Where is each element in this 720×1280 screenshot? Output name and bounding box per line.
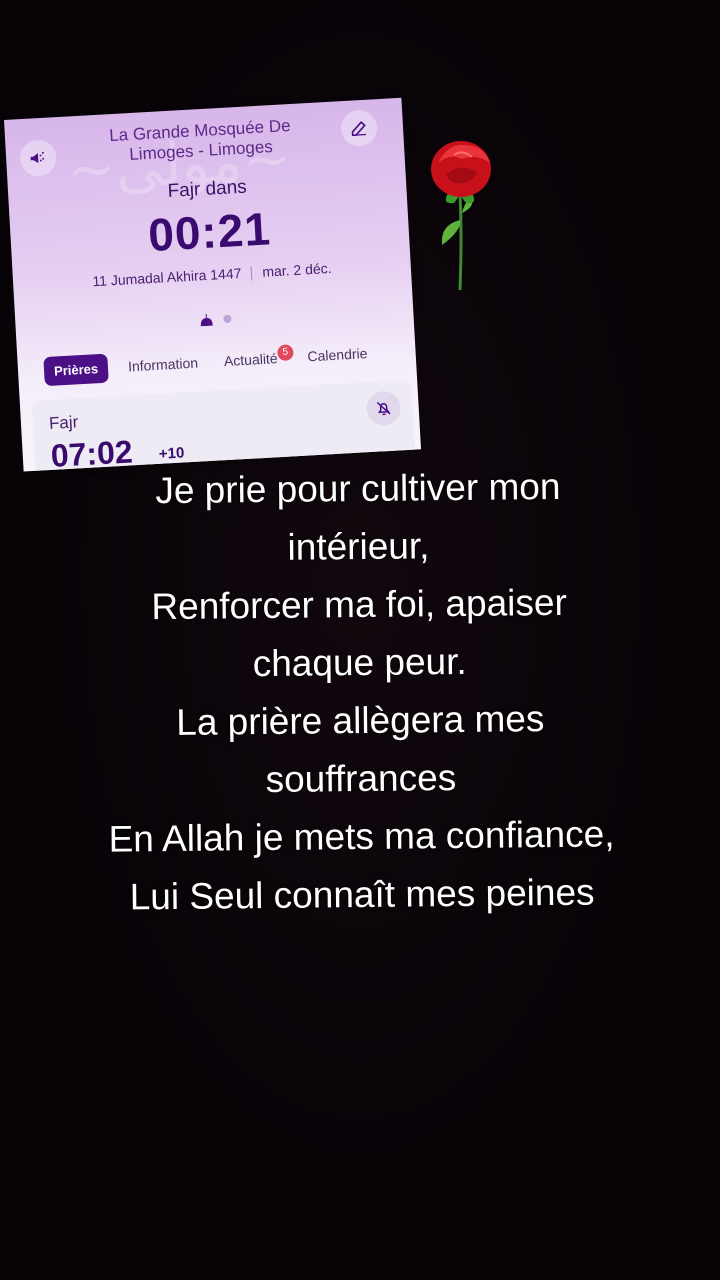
poem-line: Lui Seul connaît mes peines — [129, 871, 595, 918]
page-indicator[interactable] — [199, 313, 232, 327]
tab-prieres[interactable]: Prières — [43, 353, 109, 386]
poem-line: souffrances — [265, 756, 457, 800]
poem-line: Renforcer ma foi, apaiser — [151, 581, 567, 628]
tab-bar: Prières Information Actualité 5 Calendri… — [43, 338, 378, 387]
megaphone-icon[interactable] — [19, 139, 58, 178]
mosque-dot-icon — [200, 313, 213, 327]
poem-line: En Allah je mets ma confiance, — [108, 813, 615, 860]
tab-calendrier[interactable]: Calendrie — [297, 338, 378, 372]
tab-actualite-label: Actualité — [223, 350, 279, 370]
prayer-app-screenshot: ~ﻣﻮﻟﻰ~ La Grande Mosquée De Limoges - Li… — [4, 97, 422, 472]
poem-text: Je prie pour cultiver mon intérieur, Ren… — [28, 457, 693, 928]
notification-badge: 5 — [276, 344, 294, 362]
poem-line: La prière allègera mes — [176, 698, 545, 743]
hijri-date: 11 Jumadal Akhira 1447 — [91, 265, 242, 290]
tab-information[interactable]: Information — [117, 347, 209, 382]
tab-actualite[interactable]: Actualité 5 — [213, 343, 294, 377]
poem-line: Je prie pour cultiver mon — [155, 465, 561, 512]
date-separator — [251, 266, 253, 281]
gregorian-date: mar. 2 déc. — [261, 259, 332, 280]
poem-line: intérieur, — [287, 525, 430, 568]
prayer-name: Fajr — [48, 412, 79, 433]
page-dot[interactable] — [223, 314, 232, 324]
bell-off-icon[interactable] — [365, 390, 402, 427]
poem-line: chaque peur. — [252, 640, 467, 685]
rose-emoji-icon — [431, 141, 491, 291]
prayer-offset: +10 — [158, 444, 185, 463]
